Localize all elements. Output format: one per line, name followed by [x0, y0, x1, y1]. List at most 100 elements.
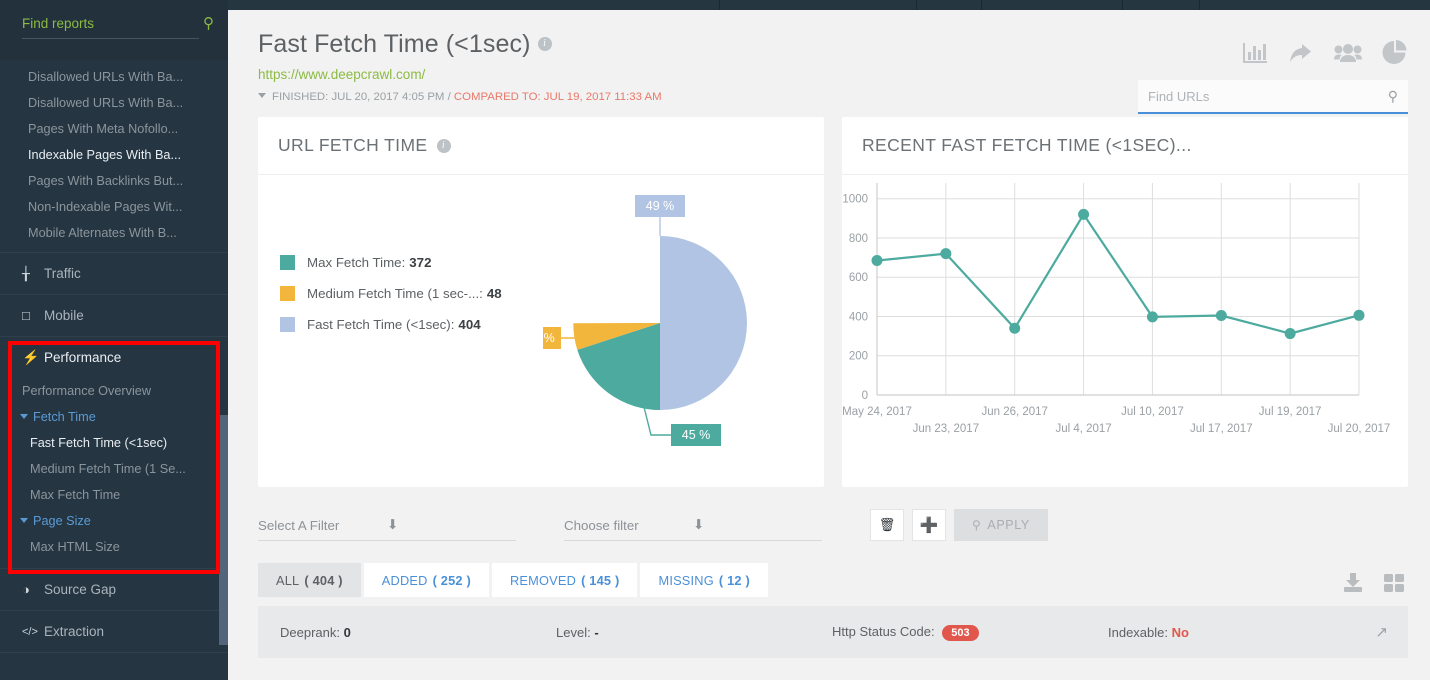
- add-filter-button[interactable]: ➕: [912, 509, 946, 541]
- grid-view-icon[interactable]: [1384, 573, 1406, 593]
- pie-chart-icon[interactable]: [1382, 40, 1408, 65]
- finished-label: FINISHED: JUL 20, 2017 4:05 PM /: [272, 91, 451, 103]
- plus-circle-icon: ➕: [919, 517, 939, 534]
- delete-filter-button[interactable]: 🗑: [870, 509, 904, 541]
- sidebar-item-performance[interactable]: ⚡ Performance: [0, 336, 228, 378]
- sidebar-item-page-size[interactable]: Page Size: [0, 508, 228, 534]
- tab-tool-group: [1342, 573, 1406, 593]
- bar-chart-icon[interactable]: [1242, 41, 1268, 65]
- list-item[interactable]: Pages With Meta Nofollo...: [0, 116, 228, 142]
- chevron-down-icon[interactable]: [258, 93, 266, 98]
- line-chart-body: 0 200 400 600 800 1000 May 24, 2017 Jun 23, 201…: [842, 175, 1408, 487]
- sidebar-divider: [0, 652, 228, 666]
- tab-removed[interactable]: REMOVED( 145 ): [491, 563, 638, 597]
- tab-count: ( 252 ): [432, 572, 471, 588]
- info-icon[interactable]: i: [537, 37, 552, 51]
- tab-label: ALL: [276, 572, 300, 588]
- data-point[interactable]: [1284, 328, 1296, 340]
- deeprank-cell: Deeprank: 0: [280, 625, 556, 640]
- sidebar-item-max-fetch-time[interactable]: Max Fetch Time: [0, 482, 228, 508]
- top-bar-segment[interactable]: [917, 0, 982, 10]
- data-point[interactable]: [871, 255, 883, 267]
- result-tabs: ALL( 404 ) ADDED( 252 ) REMOVED( 145 ) M…: [228, 541, 1430, 597]
- sidebar-item-performance-overview[interactable]: Performance Overview: [0, 378, 228, 404]
- apply-button[interactable]: ⚲ APPLY: [954, 509, 1048, 541]
- tab-added[interactable]: ADDED( 252 ): [363, 563, 489, 597]
- pie-label-49: 49 %: [646, 199, 675, 213]
- top-bar-segment[interactable]: [982, 0, 1123, 10]
- expand-icon[interactable]: ↗: [1375, 623, 1388, 641]
- list-item[interactable]: Non-Indexable Pages Wit...: [0, 194, 228, 220]
- top-bar-segment[interactable]: [720, 0, 917, 10]
- search-icon: ⚲: [972, 518, 982, 532]
- select-a-filter-dropdown[interactable]: Select A Filter ⬇: [258, 517, 516, 541]
- legend-item[interactable]: Fast Fetch Time (<1sec): 404: [280, 317, 502, 332]
- legend-value: 404: [458, 317, 481, 332]
- sidebar-item-extraction[interactable]: </> Extraction: [0, 610, 228, 652]
- x-axis-tick: Jul 4, 2017: [1055, 423, 1111, 435]
- data-point[interactable]: [1146, 311, 1158, 323]
- pie-label-6: 6 %: [543, 331, 555, 345]
- x-axis-tick: May 24, 2017: [842, 406, 912, 418]
- sidebar-item-traffic[interactable]: ╁ Traffic: [0, 252, 228, 294]
- list-item[interactable]: Mobile Alternates With B...: [0, 220, 228, 246]
- find-reports-input[interactable]: [22, 16, 199, 39]
- share-icon[interactable]: [1288, 41, 1314, 65]
- list-item[interactable]: Pages With Backlinks But...: [0, 168, 228, 194]
- header-icon-group: [1242, 40, 1408, 65]
- sidebar-item-label: Fetch Time: [33, 410, 96, 424]
- info-icon[interactable]: i: [436, 138, 451, 153]
- download-icon[interactable]: [1342, 573, 1364, 593]
- x-axis-tick: Jul 19, 2017: [1259, 406, 1322, 418]
- data-point[interactable]: [1353, 309, 1365, 321]
- apply-label: APPLY: [987, 518, 1030, 532]
- data-point[interactable]: [1215, 310, 1227, 321]
- users-icon[interactable]: [1334, 41, 1362, 65]
- url-fetch-time-panel: URL FETCH TIME i Max Fetch Time: 372 Med…: [258, 117, 824, 487]
- tab-label: REMOVED: [509, 572, 577, 588]
- y-axis-tick: 800: [849, 233, 868, 245]
- data-point[interactable]: [940, 248, 952, 260]
- signpost-icon: ╁: [22, 265, 30, 281]
- sidebar-item-mobile[interactable]: □ Mobile: [0, 294, 228, 336]
- search-icon[interactable]: ⚲: [1388, 88, 1398, 105]
- x-axis-tick: Jun 23, 2017: [913, 423, 980, 435]
- panel-title: URL FETCH TIME i: [258, 117, 824, 175]
- x-axis-tick: Jun 26, 2017: [981, 406, 1048, 418]
- y-axis-tick: 200: [849, 351, 868, 363]
- legend-label: Fast Fetch Time (<1sec):: [307, 317, 455, 332]
- sidebar-item-fast-fetch-time[interactable]: Fast Fetch Time (<1sec): [0, 430, 228, 456]
- data-point[interactable]: [1009, 322, 1021, 334]
- legend-swatch: [280, 286, 295, 301]
- legend-item[interactable]: Max Fetch Time: 372: [280, 255, 502, 270]
- list-item[interactable]: Indexable Pages With Ba...: [0, 142, 228, 168]
- top-bar-segment[interactable]: [1123, 0, 1200, 10]
- search-input[interactable]: [1148, 88, 1388, 104]
- sidebar-scrollbar[interactable]: [219, 415, 228, 645]
- arrow-down-icon: ⬇: [693, 517, 705, 532]
- search-icon[interactable]: ⚲: [203, 16, 214, 37]
- find-urls-search[interactable]: ⚲: [1138, 80, 1408, 114]
- sidebar-performance-section: ⚡ Performance Performance Overview Fetch…: [0, 336, 228, 568]
- choose-filter-dropdown[interactable]: Choose filter ⬇: [564, 517, 822, 541]
- choose-filter-label: Choose filter: [564, 517, 639, 533]
- lightning-icon: ⚡: [22, 349, 40, 365]
- sidebar-item-medium-fetch-time[interactable]: Medium Fetch Time (1 Se...: [0, 456, 228, 482]
- sidebar-item-fetch-time[interactable]: Fetch Time: [0, 404, 228, 430]
- pie-label-45: 45 %: [682, 428, 711, 442]
- sidebar-item-max-html-size[interactable]: Max HTML Size: [0, 534, 228, 560]
- tab-label: ADDED: [381, 572, 428, 588]
- table-row[interactable]: Deeprank: 0 Level: - Http Status Code: 5…: [258, 606, 1408, 658]
- sidebar-item-source-gap[interactable]: ◑ Source Gap: [0, 568, 228, 610]
- legend-swatch: [280, 255, 295, 270]
- tab-missing[interactable]: MISSING( 12 ): [640, 563, 768, 597]
- list-item[interactable]: Disallowed URLs With Ba...: [0, 64, 228, 90]
- legend-item[interactable]: Medium Fetch Time (1 sec-...: 48: [280, 286, 502, 301]
- list-item[interactable]: Disallowed URLs With Ba...: [0, 90, 228, 116]
- x-axis-tick: Jul 20, 2017: [1328, 423, 1391, 435]
- data-point[interactable]: [1078, 208, 1090, 220]
- tab-count: ( 12 ): [718, 572, 750, 588]
- trash-icon: 🗑: [878, 517, 896, 532]
- panel-title-text: URL FETCH TIME: [278, 135, 428, 155]
- tab-all[interactable]: ALL( 404 ): [258, 563, 361, 597]
